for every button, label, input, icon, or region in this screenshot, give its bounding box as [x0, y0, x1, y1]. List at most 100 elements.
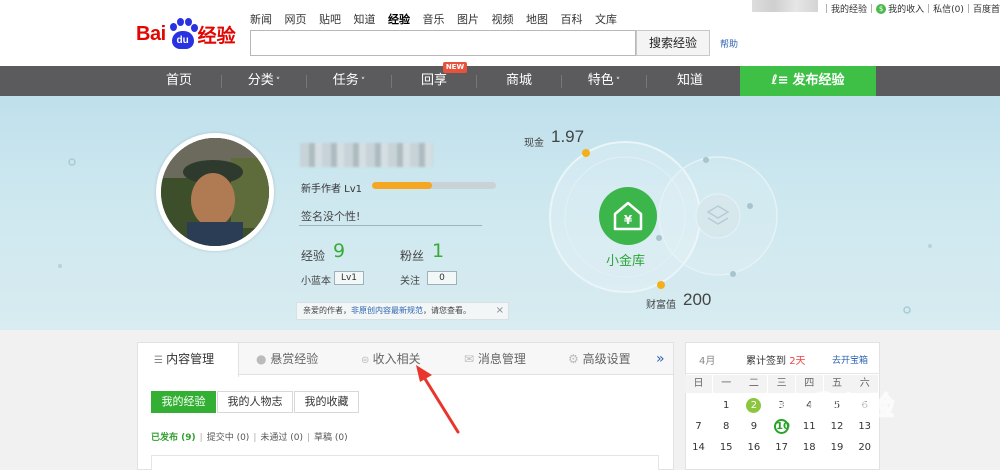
open-treasure-link[interactable]: 去开宝箱 — [832, 353, 868, 366]
subtab-my-favorites[interactable]: 我的收藏 — [294, 391, 359, 413]
logo-bai-text: Bai — [136, 22, 166, 45]
product-link[interactable]: 图片 — [457, 11, 479, 27]
user-links: | 我的经验 | $ 我的收入 | 私信(0) | 百度首页 — [822, 2, 1000, 15]
product-link[interactable]: 音乐 — [423, 11, 445, 27]
notice-link[interactable]: 非原创内容最新规范 — [351, 306, 423, 315]
tab-messages[interactable]: ✉ 消息管理 — [464, 343, 526, 376]
cash-label: 现金 — [524, 138, 544, 149]
chevron-down-icon: ˅ — [615, 77, 621, 87]
product-link-active[interactable]: 经验 — [388, 11, 410, 27]
level-progress-bar — [372, 182, 496, 189]
more-tabs-icon[interactable]: » — [656, 343, 665, 376]
new-badge: NEW — [443, 62, 467, 73]
header: Bai du 经验 新闻 网页 贴吧 知道 经验 音乐 图片 视频 地图 百科 … — [0, 0, 1000, 66]
search-input[interactable] — [250, 30, 636, 56]
filter-published[interactable]: 已发布 (9) — [151, 433, 196, 443]
calendar-weekday: 一 — [712, 375, 740, 393]
follow-label: 关注 — [400, 276, 420, 287]
calendar-day[interactable]: 1 — [713, 396, 740, 416]
subtab-my-profiles[interactable]: 我的人物志 — [217, 391, 293, 413]
nav-featured[interactable]: 特色 ˅ — [562, 66, 646, 96]
calendar-day[interactable]: 18 — [796, 438, 823, 458]
wealth-label: 财富值 — [646, 300, 676, 311]
nav-mall[interactable]: 商城 — [477, 66, 561, 96]
coin-icon: ● — [256, 352, 271, 366]
calendar-day[interactable]: 16 — [740, 438, 767, 458]
author-level: 新手作者 Lv1 — [301, 184, 363, 195]
product-link[interactable]: 知道 — [354, 11, 376, 27]
filter-rejected[interactable]: 未通过 (0) — [260, 433, 303, 443]
chevron-down-icon: ˅ — [360, 77, 366, 87]
exp-label: 经验 — [301, 249, 326, 263]
annotation-arrow — [416, 365, 460, 434]
subtab-my-jingyan[interactable]: 我的经验 — [151, 391, 216, 413]
nav-category[interactable]: 分类 ˅ — [222, 66, 306, 96]
svg-text:¥: ¥ — [624, 213, 633, 227]
search-button[interactable]: 搜索经验 — [636, 30, 710, 56]
xiaolanben-level[interactable]: Lv1 — [334, 271, 364, 285]
tab-reward[interactable]: ● 悬赏经验 — [256, 343, 318, 376]
calendar-day[interactable]: 8 — [713, 417, 740, 437]
my-jingyan-link[interactable]: 我的经验 — [831, 2, 867, 15]
help-link[interactable]: 帮助 — [720, 37, 738, 50]
profile-banner — [0, 96, 1000, 330]
cash-value[interactable]: 1.97 — [551, 127, 584, 147]
product-link[interactable]: 新闻 — [250, 11, 272, 27]
vault-label[interactable]: 小金库 — [606, 250, 645, 269]
product-link[interactable]: 文库 — [595, 11, 617, 27]
product-link[interactable]: 视频 — [492, 11, 514, 27]
calendar-day[interactable]: 7 — [685, 417, 712, 437]
fans-value[interactable]: 1 — [432, 240, 444, 262]
edit-icon: ℓ≡ — [771, 73, 789, 88]
income-coin-icon: $ — [876, 3, 887, 14]
calendar-day[interactable]: 19 — [824, 438, 851, 458]
nav-zhidao[interactable]: 知道 — [647, 66, 733, 96]
username-blurred[interactable] — [752, 0, 818, 12]
signature[interactable]: 签名没个性! — [301, 208, 360, 224]
logo-jingyan-text: 经验 — [197, 24, 236, 47]
baidu-home-link[interactable]: 百度首页 — [973, 2, 1000, 15]
user-avatar[interactable] — [156, 133, 274, 251]
my-income-link[interactable]: 我的收入 — [888, 2, 924, 15]
calendar-day[interactable]: 14 — [685, 438, 712, 458]
list-icon: ☰ — [154, 355, 167, 366]
product-link[interactable]: 网页 — [285, 11, 307, 27]
product-link[interactable]: 地图 — [526, 11, 548, 27]
svg-text:Bai: Bai — [760, 390, 804, 421]
product-nav: 新闻 网页 贴吧 知道 经验 音乐 图片 视频 地图 百科 文库 — [250, 11, 630, 27]
fans-label: 粉丝 — [400, 249, 425, 263]
list-item[interactable] — [151, 455, 659, 470]
product-link[interactable]: 百科 — [561, 11, 583, 27]
username-blurred — [300, 143, 433, 167]
gear-icon: ⚙ — [568, 352, 583, 366]
publish-button[interactable]: ℓ≡ 发布经验 — [740, 66, 876, 96]
wealth-value[interactable]: 200 — [683, 290, 711, 310]
follow-count[interactable]: 0 — [427, 271, 457, 285]
tab-advanced-settings[interactable]: ⚙ 高级设置 — [568, 343, 631, 376]
status-filter: 已发布 (9) | 提交中 (0) | 未通过 (0) | 草稿 (0) — [151, 433, 348, 443]
filter-submitting[interactable]: 提交中 (0) — [207, 433, 250, 443]
baidu-jingyan-logo[interactable]: Bai du 经验 — [136, 14, 236, 54]
house-yuan-icon: ¥ — [613, 201, 643, 231]
svg-text:经验: 经验 — [842, 391, 894, 422]
messages-link[interactable]: 私信(0) — [933, 2, 964, 15]
baidu-watermark: Bai 经验 — [759, 375, 940, 438]
tab-content-management[interactable]: ☰ 内容管理 — [138, 343, 239, 377]
chevron-down-icon: ˅ — [275, 77, 281, 87]
vault-button[interactable]: ¥ — [599, 187, 657, 245]
nav-home[interactable]: 首页 — [137, 66, 221, 96]
calendar-weekday: 日 — [685, 375, 712, 393]
calendar-month[interactable]: 4月 — [699, 352, 715, 367]
banner-decoration — [58, 141, 932, 314]
calendar-day[interactable]: 20 — [851, 438, 878, 458]
exp-value[interactable]: 9 — [333, 240, 345, 262]
close-icon[interactable]: × — [496, 303, 504, 319]
filter-draft[interactable]: 草稿 (0) — [314, 433, 348, 443]
calendar-day[interactable]: 17 — [768, 438, 795, 458]
nav-tasks[interactable]: 任务 ˅ — [307, 66, 391, 96]
sign-in-count: 累计签到 2天 — [746, 356, 806, 367]
product-link[interactable]: 贴吧 — [319, 11, 341, 27]
xiaolanben-label: 小蓝本 — [301, 276, 331, 287]
calendar-day[interactable]: 15 — [713, 438, 740, 458]
paw-icon: du — [167, 17, 198, 51]
